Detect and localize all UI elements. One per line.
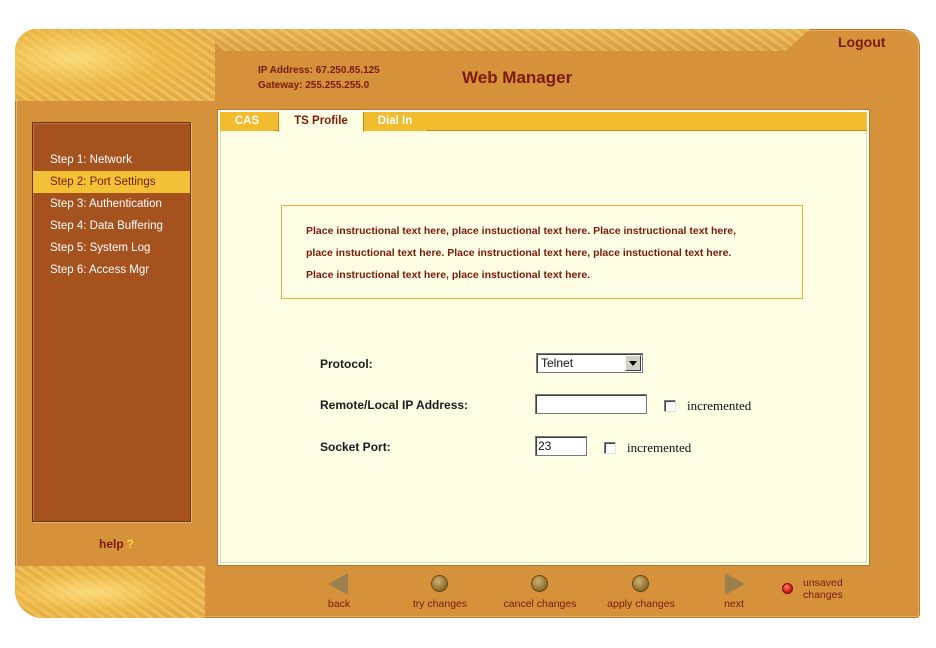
tab-ts-profile[interactable]: TS Profile bbox=[278, 112, 364, 132]
help-icon: ? bbox=[126, 537, 135, 551]
try-changes-button[interactable]: try changes bbox=[395, 572, 485, 610]
frame-texture-top bbox=[15, 29, 215, 101]
try-changes-label: try changes bbox=[412, 598, 468, 610]
arrow-right-icon bbox=[725, 573, 745, 595]
unsaved-text-line2: changes bbox=[803, 589, 843, 601]
instructions-box: Place instructional text here, place ins… bbox=[281, 205, 803, 299]
next-label: next bbox=[724, 598, 744, 610]
chevron-down-icon[interactable] bbox=[625, 355, 641, 371]
apply-changes-icon bbox=[632, 575, 649, 592]
sidebar-item-network[interactable]: Step 1: Network bbox=[33, 149, 190, 171]
connection-info: IP Address: 67.250.85.125 Gateway: 255.2… bbox=[258, 63, 380, 93]
tab-cas[interactable]: CAS bbox=[220, 112, 274, 131]
sidebar-item-system-log[interactable]: Step 5: System Log bbox=[33, 237, 190, 259]
sidebar-item-port-settings[interactable]: Step 2: Port Settings bbox=[33, 171, 190, 193]
socket-port-incremented-label: incremented bbox=[627, 440, 692, 455]
next-button[interactable]: next bbox=[689, 572, 779, 610]
apply-changes-button[interactable]: apply changes bbox=[596, 572, 686, 610]
instructions-line: Place instructional text here, place ins… bbox=[306, 269, 591, 281]
help-link[interactable]: help? bbox=[99, 537, 134, 551]
logout-link[interactable]: Logout bbox=[838, 34, 885, 50]
gateway-text: Gateway: 255.255.255.0 bbox=[258, 80, 370, 91]
frame-texture-bottom bbox=[15, 566, 205, 618]
unsaved-text-line1: unsaved bbox=[803, 577, 843, 589]
remote-ip-incremented-label: incremented bbox=[687, 398, 752, 413]
sidebar-nav: Step 1: Network Step 2: Port Settings St… bbox=[32, 122, 191, 522]
protocol-select[interactable]: Telnet bbox=[536, 353, 643, 373]
cancel-changes-button[interactable]: cancel changes bbox=[495, 572, 585, 610]
tab-dial-in[interactable]: Dial In bbox=[364, 112, 426, 131]
arrow-left-icon bbox=[328, 573, 348, 595]
try-changes-icon bbox=[431, 575, 448, 592]
frame-texture-band bbox=[200, 29, 810, 51]
back-label: back bbox=[327, 598, 351, 610]
unsaved-status-dot-icon bbox=[782, 583, 793, 594]
remote-ip-input[interactable] bbox=[535, 394, 647, 414]
sidebar-item-data-buffering[interactable]: Step 4: Data Buffering bbox=[33, 215, 190, 237]
protocol-selected-value: Telnet bbox=[541, 356, 574, 370]
ip-address-text: IP Address: 67.250.85.125 bbox=[258, 65, 380, 76]
protocol-label: Protocol: bbox=[320, 357, 373, 371]
apply-changes-label: apply changes bbox=[607, 598, 675, 610]
cancel-changes-label: cancel changes bbox=[503, 598, 577, 610]
main-panel bbox=[218, 110, 869, 565]
back-button[interactable]: back bbox=[294, 572, 384, 610]
socket-port-label: Socket Port: bbox=[320, 440, 391, 454]
socket-port-incremented-checkbox[interactable] bbox=[604, 442, 616, 454]
tab-bar: CAS TS Profile Dial In bbox=[220, 112, 867, 132]
socket-port-input[interactable] bbox=[535, 436, 587, 456]
instructions-line: Place instructional text here, place ins… bbox=[306, 225, 737, 237]
cancel-changes-icon bbox=[531, 575, 548, 592]
remote-ip-incremented-checkbox[interactable] bbox=[664, 400, 676, 412]
remote-ip-label: Remote/Local IP Address: bbox=[320, 398, 469, 412]
app-title: Web Manager bbox=[462, 68, 573, 87]
sidebar-item-access-mgr[interactable]: Step 6: Access Mgr bbox=[33, 259, 190, 281]
instructions-line: place instuctional text here. Place inst… bbox=[306, 247, 732, 259]
sidebar-item-authentication[interactable]: Step 3: Authentication bbox=[33, 193, 190, 215]
help-label: help bbox=[99, 537, 124, 551]
